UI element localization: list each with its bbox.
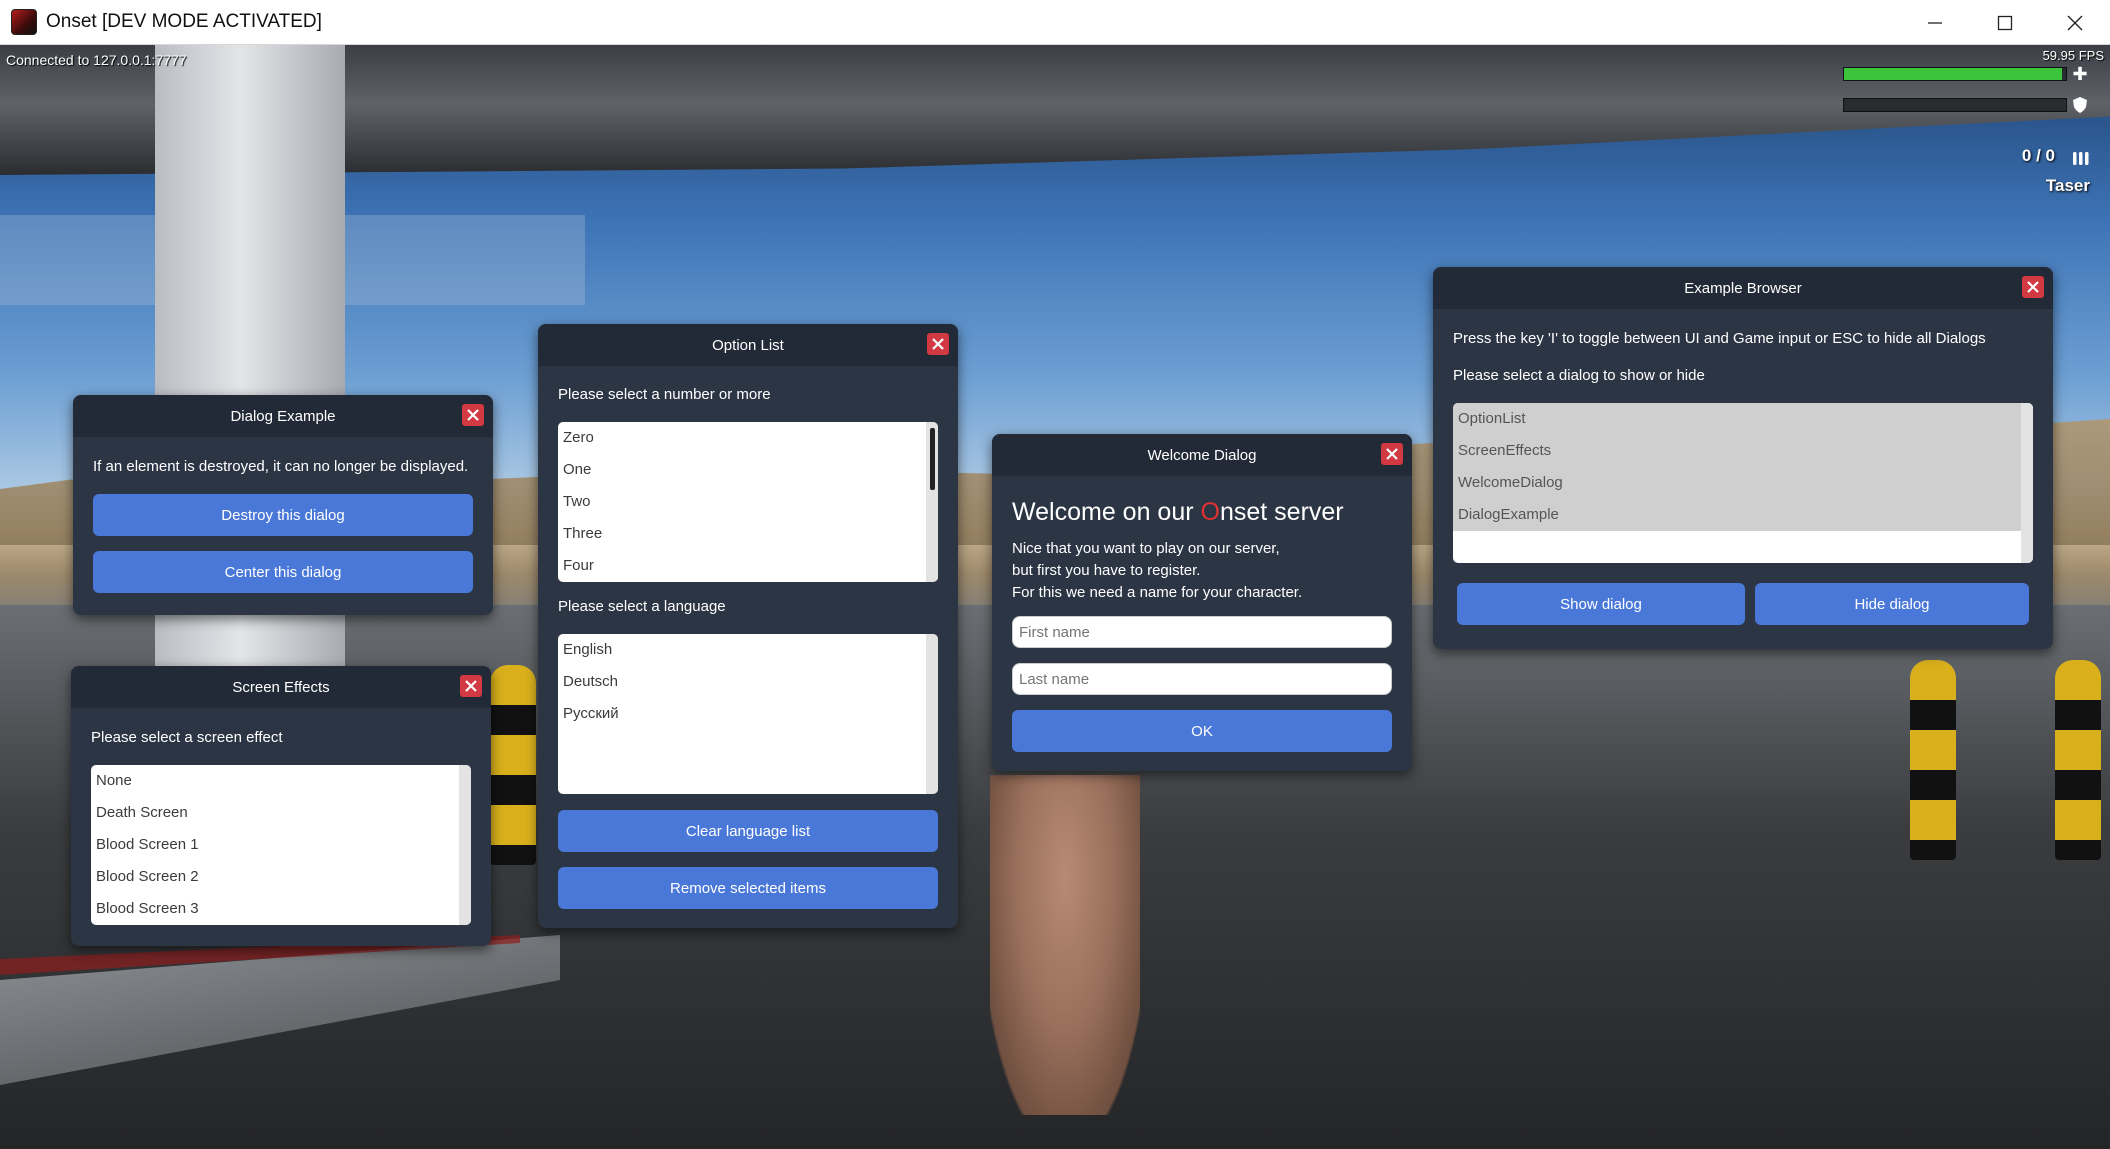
browser-instruction: Press the key 'I' to toggle between UI a… xyxy=(1453,330,1986,347)
scrollbar-thumb[interactable] xyxy=(930,428,935,490)
list-item[interactable]: OptionList xyxy=(1453,403,2033,435)
language-list[interactable]: English Deutsch Русский xyxy=(558,634,938,794)
dialog-title: Example Browser xyxy=(1684,279,1802,297)
screen-effects-window: Screen Effects Please select a screen ef… xyxy=(71,666,491,946)
list-item[interactable]: WelcomeDialog xyxy=(1453,467,2033,499)
dialog-description: If an element is destroyed, it can no lo… xyxy=(93,458,469,475)
list-scrollbar[interactable] xyxy=(926,634,938,794)
welcome-line: Nice that you want to play on our server… xyxy=(1012,540,1280,557)
last-name-field[interactable] xyxy=(1012,663,1392,695)
browser-select-label: Please select a dialog to show or hide xyxy=(1453,367,1705,384)
window-titlebar: Onset [DEV MODE ACTIVATED] xyxy=(0,0,2110,45)
show-dialog-button[interactable]: Show dialog xyxy=(1457,583,1745,625)
remove-selected-items-button[interactable]: Remove selected items xyxy=(558,867,938,909)
weapon-name: Taser xyxy=(2045,176,2090,195)
clear-language-list-button[interactable]: Clear language list xyxy=(558,810,938,852)
dialog-header[interactable]: Welcome Dialog xyxy=(992,434,1412,476)
screen-effect-list[interactable]: None Death Screen Blood Screen 1 Blood S… xyxy=(91,765,471,925)
list-item[interactable]: Русский xyxy=(558,698,938,730)
close-dialog-button[interactable] xyxy=(2022,276,2044,298)
list-item[interactable]: DialogExample xyxy=(1453,499,2033,531)
close-dialog-button[interactable] xyxy=(1381,443,1403,465)
list-item[interactable]: Blood Screen 2 xyxy=(91,861,471,893)
welcome-line: but first you have to register. xyxy=(1012,562,1201,579)
welcome-message: Nice that you want to play on our server… xyxy=(1012,538,1302,604)
dialog-select-list[interactable]: OptionList ScreenEffects WelcomeDialog D… xyxy=(1453,403,2033,563)
health-fill xyxy=(1844,68,2062,80)
bollard xyxy=(2055,660,2101,860)
ok-button[interactable]: OK xyxy=(1012,710,1392,752)
number-list[interactable]: Zero One Two Three Four xyxy=(558,422,938,582)
dialog-header[interactable]: Dialog Example xyxy=(73,395,493,437)
minimize-button[interactable] xyxy=(1900,0,1970,45)
close-window-button[interactable] xyxy=(2040,0,2110,45)
list-item[interactable]: English xyxy=(558,634,938,666)
dialog-title: Option List xyxy=(712,336,784,354)
shield-icon xyxy=(2071,96,2089,114)
armor-bar xyxy=(1843,98,2067,112)
welcome-heading-text: Welcome on our xyxy=(1012,498,1201,526)
player-character xyxy=(990,775,1140,1115)
onset-app-icon xyxy=(11,9,37,35)
center-dialog-button[interactable]: Center this dialog xyxy=(93,551,473,593)
list-item[interactable]: Two xyxy=(558,486,938,518)
example-browser-window: Example Browser Press the key 'I' to tog… xyxy=(1433,267,2053,649)
close-icon xyxy=(2067,15,2083,30)
list-item[interactable]: Three xyxy=(558,518,938,550)
fps-counter: 59.95 FPS xyxy=(2042,48,2104,63)
list-item[interactable]: Death Screen xyxy=(91,797,471,829)
screen-effect-label: Please select a screen effect xyxy=(91,729,283,746)
welcome-line: For this we need a name for your charact… xyxy=(1012,584,1303,601)
first-name-field[interactable] xyxy=(1012,616,1392,648)
ammo-icon xyxy=(2073,152,2089,165)
ammo-counter: 0 / 0 xyxy=(2021,146,2055,165)
welcome-heading-accent: O xyxy=(1200,498,1220,526)
close-icon xyxy=(932,338,944,350)
close-dialog-button[interactable] xyxy=(460,675,482,697)
list-scrollbar[interactable] xyxy=(459,765,471,925)
list-item[interactable]: ScreenEffects xyxy=(1453,435,2033,467)
dialog-title: Welcome Dialog xyxy=(1147,446,1257,464)
destroy-dialog-button[interactable]: Destroy this dialog xyxy=(93,494,473,536)
number-select-label: Please select a number or more xyxy=(558,386,771,403)
minimize-icon xyxy=(1928,21,1942,24)
hide-dialog-button[interactable]: Hide dialog xyxy=(1755,583,2029,625)
list-item[interactable]: One xyxy=(558,454,938,486)
close-icon xyxy=(2027,281,2039,293)
health-bar xyxy=(1843,67,2067,81)
welcome-dialog-window: Welcome Dialog Welcome on our Onset serv… xyxy=(992,434,1412,771)
list-item[interactable]: Deutsch xyxy=(558,666,938,698)
close-icon xyxy=(467,409,479,421)
maximize-icon xyxy=(1997,15,2013,30)
language-select-label: Please select a language xyxy=(558,598,726,615)
list-item[interactable]: Blood Screen 3 xyxy=(91,893,471,925)
connection-status: Connected to 127.0.0.1:7777 xyxy=(6,52,187,68)
maximize-button[interactable] xyxy=(1970,0,2040,45)
list-item[interactable]: Zero xyxy=(558,422,938,454)
plus-icon: ✚ xyxy=(2072,63,2088,85)
welcome-heading-text: nset server xyxy=(1219,498,1344,526)
list-item[interactable]: Four xyxy=(558,550,938,582)
list-scrollbar[interactable] xyxy=(2021,403,2033,563)
close-icon xyxy=(1386,448,1398,460)
close-dialog-button[interactable] xyxy=(462,404,484,426)
list-item[interactable]: Blood Screen 1 xyxy=(91,829,471,861)
dialog-title: Dialog Example xyxy=(230,407,336,425)
dialog-example-window: Dialog Example If an element is destroye… xyxy=(73,395,493,615)
close-dialog-button[interactable] xyxy=(927,333,949,355)
dialog-title: Screen Effects xyxy=(232,678,330,696)
bollard xyxy=(490,665,536,865)
welcome-heading: Welcome on our Onset server xyxy=(1012,498,1344,527)
dialog-header[interactable]: Screen Effects xyxy=(71,666,491,708)
bollard xyxy=(1910,660,1956,860)
dialog-header[interactable]: Option List xyxy=(538,324,958,366)
option-list-window: Option List Please select a number or mo… xyxy=(538,324,958,928)
list-item[interactable]: None xyxy=(91,765,471,797)
close-icon xyxy=(465,680,477,692)
window-title: Onset [DEV MODE ACTIVATED] xyxy=(46,11,322,32)
dialog-header[interactable]: Example Browser xyxy=(1433,267,2053,309)
